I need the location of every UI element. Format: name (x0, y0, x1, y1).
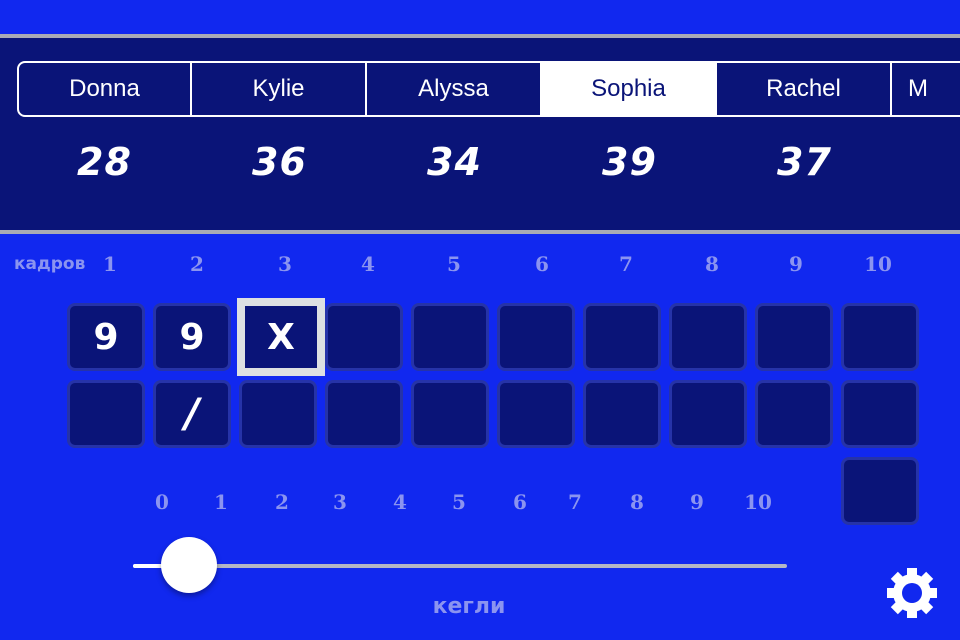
frame-6-roll-1[interactable] (497, 303, 575, 371)
frame-number-9: 9 (789, 252, 803, 276)
top-bar (0, 0, 960, 34)
pin-count-10[interactable]: 10 (744, 490, 772, 514)
frame-number-4: 4 (361, 252, 375, 276)
pin-count-8[interactable]: 8 (630, 490, 644, 514)
frame-number-1: 1 (103, 252, 117, 276)
player-score: 34 (427, 140, 482, 184)
frame-number-2: 2 (190, 252, 204, 276)
pin-count-7[interactable]: 7 (568, 490, 582, 514)
frame-number-5: 5 (447, 252, 461, 276)
player-segmented-control[interactable]: Donna Kylie Alyssa Sophia Rachel M (17, 61, 960, 117)
frame-number-10: 10 (864, 252, 892, 276)
player-score: 37 (777, 140, 832, 184)
player-tab-rachel[interactable]: Rachel (717, 61, 892, 117)
frame-10-roll-1[interactable] (841, 303, 919, 371)
frame-2-roll-1[interactable]: 9 (153, 303, 231, 371)
pin-count-2[interactable]: 2 (275, 490, 289, 514)
player-tab-alyssa[interactable]: Alyssa (367, 61, 542, 117)
frame-1-roll-2[interactable] (67, 380, 145, 448)
frame-4-roll-2[interactable] (325, 380, 403, 448)
player-scores: 28 36 34 39 37 2 (17, 140, 960, 184)
frame-7-roll-2[interactable] (583, 380, 661, 448)
frames-label: кадров (14, 254, 86, 274)
frame-number-6: 6 (535, 252, 549, 276)
pin-count-5[interactable]: 5 (452, 490, 466, 514)
pin-count-1[interactable]: 1 (214, 490, 228, 514)
frame-9-roll-1[interactable] (755, 303, 833, 371)
player-score: 28 (77, 140, 132, 184)
pin-count-0[interactable]: 0 (155, 490, 169, 514)
frame-2-roll-2[interactable]: / (153, 380, 231, 448)
frame-6-roll-2[interactable] (497, 380, 575, 448)
settings-button[interactable] (885, 566, 939, 620)
frame-10-roll-2[interactable] (841, 380, 919, 448)
frame-9-roll-2[interactable] (755, 380, 833, 448)
frame-number-7: 7 (619, 252, 633, 276)
pins-slider-track[interactable] (133, 564, 787, 568)
frame-10-roll-3[interactable] (841, 457, 919, 525)
frame-3-roll-2[interactable] (239, 380, 317, 448)
pins-slider-thumb[interactable] (161, 537, 217, 593)
frame-8-roll-2[interactable] (669, 380, 747, 448)
frame-4-roll-1[interactable] (325, 303, 403, 371)
player-tab-sophia[interactable]: Sophia (542, 61, 717, 117)
gear-icon (887, 568, 937, 618)
player-tab-m[interactable]: M (892, 61, 960, 117)
pin-count-3[interactable]: 3 (333, 490, 347, 514)
pin-count-6[interactable]: 6 (513, 490, 527, 514)
active-frame-3-roll-1[interactable]: X (237, 298, 325, 376)
player-tab-donna[interactable]: Donna (17, 61, 192, 117)
pin-count-9[interactable]: 9 (690, 490, 704, 514)
player-tab-kylie[interactable]: Kylie (192, 61, 367, 117)
player-score: 36 (252, 140, 307, 184)
pins-label: кегли (432, 594, 506, 619)
frame-number-8: 8 (705, 252, 719, 276)
pin-count-4[interactable]: 4 (393, 490, 407, 514)
frame-5-roll-1[interactable] (411, 303, 489, 371)
player-score: 2 (892, 140, 960, 184)
frame-1-roll-1[interactable]: 9 (67, 303, 145, 371)
frame-7-roll-1[interactable] (583, 303, 661, 371)
frame-number-3: 3 (278, 252, 292, 276)
frame-8-roll-1[interactable] (669, 303, 747, 371)
frame-5-roll-2[interactable] (411, 380, 489, 448)
player-score: 39 (602, 140, 657, 184)
